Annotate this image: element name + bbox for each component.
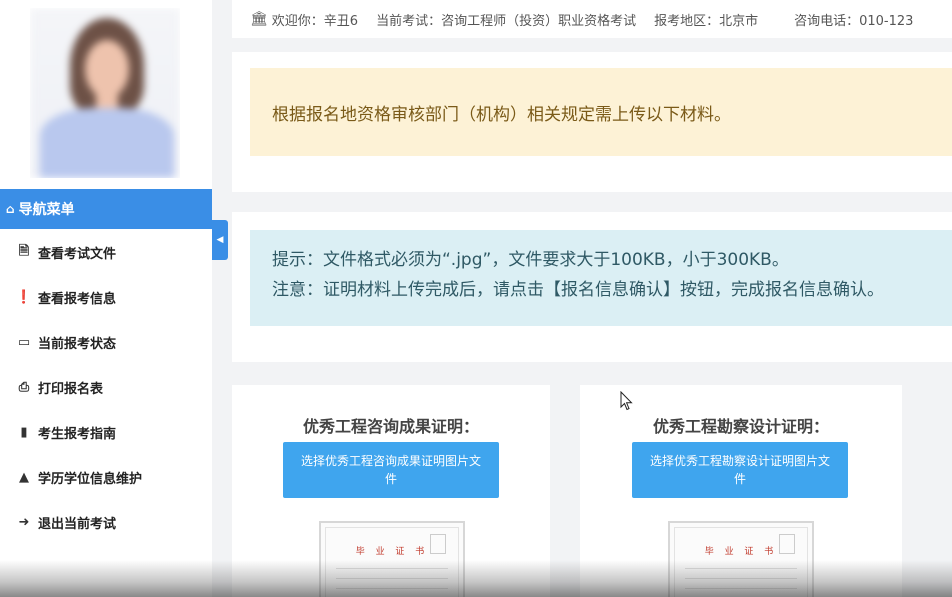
certificate-preview-image[interactable]: 毕 业 证 书 [319, 521, 465, 597]
sidebar-item-label: 退出当前考试 [38, 517, 117, 532]
sign-out-icon: ➜ [18, 515, 30, 530]
sidebar-item-label: 查看报考信息 [38, 292, 117, 307]
requirement-alert: 根据报名地资格审核部门（机构）相关规定需上传以下材料。 [250, 68, 952, 156]
nav-menu-header[interactable]: ⌂ 导航菜单 [0, 189, 212, 229]
requirement-panel: 根据报名地资格审核部门（机构）相关规定需上传以下材料。 [232, 52, 952, 192]
tip-confirm-text: 注意：证明材料上传完成后，请点击【报名信息确认】按钮，完成报名信息确认。 [272, 280, 884, 300]
file-icon: 🗎 [18, 243, 30, 259]
nav-list: 🗎 查看考试文件 ❗ 查看报考信息 ▭ 当前报考状态 ⎙ 打印报名表 ▮ 考生报… [0, 230, 212, 545]
print-icon: ⎙ [18, 380, 30, 395]
chevron-left-icon: ◀ [216, 235, 224, 245]
info-icon: ❗ [15, 290, 33, 305]
tip-format-text: 提示：文件格式必须为“.jpg”，文件要求大于100KB，小于300KB。 [272, 250, 789, 270]
current-exam-text: 当前考试：咨询工程师（投资）职业资格考试 [376, 13, 637, 29]
avatar [30, 8, 180, 178]
certificate-title: 毕 业 证 书 [704, 547, 778, 557]
sidebar-item-application-info[interactable]: ❗ 查看报考信息 [0, 275, 212, 320]
requirement-text: 根据报名地资格审核部门（机构）相关规定需上传以下材料。 [272, 104, 731, 125]
sidebar-item-label: 学历学位信息维护 [38, 472, 143, 487]
tips-panel: 提示：文件格式必须为“.jpg”，文件要求大于100KB，小于300KB。 注意… [232, 212, 952, 362]
upload-card-consulting: 优秀工程咨询成果证明： 选择优秀工程咨询成果证明图片文件 毕 业 证 书 [232, 385, 550, 597]
phone-text: 咨询电话：010-123 [794, 13, 914, 29]
sidebar-item-label: 考生报考指南 [38, 427, 117, 442]
sidebar-item-education-info[interactable]: ▲ 学历学位信息维护 [0, 455, 212, 500]
sidebar-item-guide[interactable]: ▮ 考生报考指南 [0, 410, 212, 455]
sidebar-item-exit-exam[interactable]: ➜ 退出当前考试 [0, 500, 212, 545]
sidebar-item-label: 打印报名表 [38, 382, 104, 397]
welcome-text: 欢迎你：辛丑6 [271, 13, 359, 29]
graduation-cap-icon: ▲ [19, 470, 29, 485]
upload-card-survey-design: 优秀工程勘察设计证明： 选择优秀工程勘察设计证明图片文件 毕 业 证 书 [580, 385, 902, 597]
select-consulting-file-button[interactable]: 选择优秀工程咨询成果证明图片文件 [283, 442, 499, 498]
sidebar-item-application-status[interactable]: ▭ 当前报考状态 [0, 320, 212, 365]
certificate-preview-image[interactable]: 毕 业 证 书 [668, 521, 814, 597]
monitor-icon: ▭ [17, 335, 31, 350]
sidebar-collapse-toggle[interactable]: ◀ [212, 220, 228, 260]
sidebar-item-label: 当前报考状态 [38, 337, 117, 352]
sidebar-item-print-form[interactable]: ⎙ 打印报名表 [0, 365, 212, 410]
mouse-cursor-icon [620, 391, 633, 411]
sidebar: ⌂ 导航菜单 🗎 查看考试文件 ❗ 查看报考信息 ▭ 当前报考状态 ⎙ 打印报名… [0, 0, 212, 597]
tips-alert: 提示：文件格式必须为“.jpg”，文件要求大于100KB，小于300KB。 注意… [250, 230, 952, 326]
bank-icon: 🏛 [250, 11, 268, 27]
region-text: 报考地区：北京市 [654, 13, 759, 29]
home-icon: ⌂ [6, 202, 15, 216]
sidebar-item-exam-files[interactable]: 🗎 查看考试文件 [0, 230, 212, 275]
card-title: 优秀工程咨询成果证明： [302, 417, 479, 436]
nav-menu-header-label: 导航菜单 [18, 202, 75, 218]
card-title: 优秀工程勘察设计证明： [652, 417, 829, 436]
select-survey-design-file-button[interactable]: 选择优秀工程勘察设计证明图片文件 [632, 442, 848, 498]
book-icon: ▮ [20, 425, 28, 440]
sidebar-item-label: 查看考试文件 [38, 247, 117, 262]
certificate-title: 毕 业 证 书 [355, 547, 429, 557]
top-info-bar: 🏛 欢迎你：辛丑6 当前考试：咨询工程师（投资）职业资格考试 报考地区：北京市 … [232, 0, 952, 38]
